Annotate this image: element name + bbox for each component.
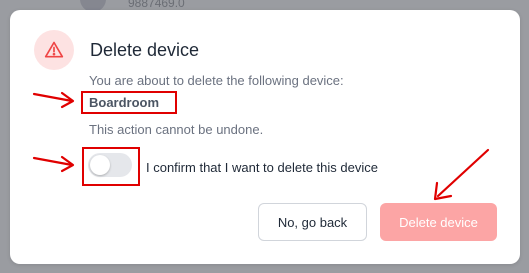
annotation-arrows xyxy=(32,91,490,201)
annotation-arrow-delete xyxy=(433,148,490,201)
annotation-arrow-device xyxy=(32,91,75,109)
annotation-arrow-toggle xyxy=(32,155,75,173)
